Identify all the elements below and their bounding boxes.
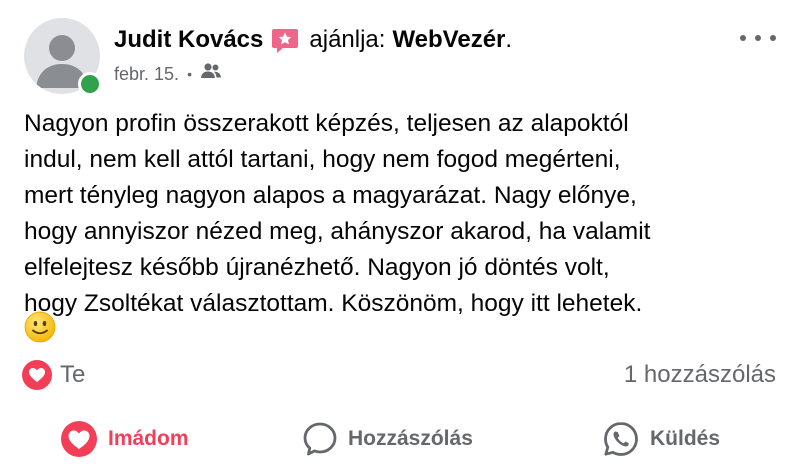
author-name[interactable]: Judit Kovács: [114, 24, 263, 56]
avatar[interactable]: [24, 18, 102, 96]
reactions-summary[interactable]: Te: [22, 360, 85, 390]
friends-icon[interactable]: [200, 62, 222, 86]
slightly-smiling-face-icon: [24, 311, 56, 343]
whatsapp-icon: [604, 422, 638, 456]
reactions-label: Te: [60, 361, 86, 388]
recommendation-badge-icon: [271, 28, 299, 54]
love-reaction-icon: [22, 360, 52, 390]
comment-button-label: Hozzászólás: [348, 427, 473, 450]
page-name-link[interactable]: WebVezér: [392, 24, 505, 56]
post-meta: febr. 15. •: [114, 62, 222, 86]
post-text: Nagyon profin összerakott képzés, teljes…: [24, 110, 651, 317]
recommends-label: ajánlja:: [309, 26, 386, 53]
post-header: Judit Kovács ajánlja: WebVezér .: [114, 24, 512, 56]
post-card: Judit Kovács ajánlja: WebVezér . febr. 1…: [0, 0, 800, 471]
send-button-label: Küldés: [650, 427, 721, 450]
love-button-label: Imádom: [108, 427, 189, 450]
comment-icon: [303, 422, 337, 456]
love-icon: [61, 421, 97, 457]
meta-separator: •: [187, 66, 192, 82]
page-name-suffix: .: [505, 26, 513, 53]
send-button[interactable]: Küldés: [602, 416, 720, 462]
comments-count[interactable]: 1 hozzászólás: [624, 361, 776, 389]
action-bar: Imádom Hozzászólás Küldés: [0, 416, 800, 462]
comment-button[interactable]: Hozzászólás: [302, 416, 473, 462]
more-options-icon[interactable]: [740, 26, 776, 50]
post-date[interactable]: febr. 15.: [114, 62, 179, 86]
online-status-icon: [78, 72, 102, 96]
love-button[interactable]: Imádom: [60, 416, 189, 462]
